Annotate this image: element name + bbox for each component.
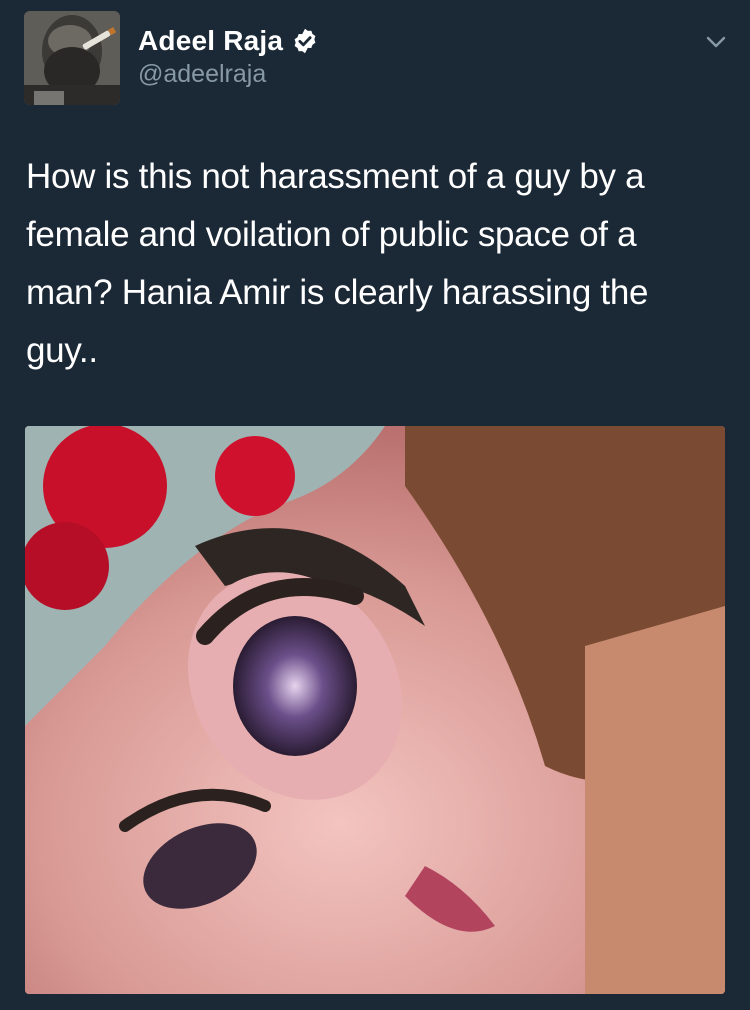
chevron-down-icon[interactable] (704, 30, 728, 54)
avatar[interactable] (24, 11, 120, 105)
tweet-media[interactable] (25, 426, 725, 994)
tweet-card: Adeel Raja @adeelraja How is this not ha… (0, 0, 750, 1010)
verified-badge-icon (294, 28, 316, 54)
user-info[interactable]: Adeel Raja @adeelraja (138, 24, 319, 89)
display-name[interactable]: Adeel Raja (138, 25, 283, 57)
bottom-strip (0, 994, 750, 1010)
name-row: Adeel Raja (138, 24, 319, 58)
tweet-text: How is this not harassment of a guy by a… (26, 157, 649, 370)
handle[interactable]: @adeelraja (138, 60, 319, 89)
media-image (25, 426, 725, 994)
